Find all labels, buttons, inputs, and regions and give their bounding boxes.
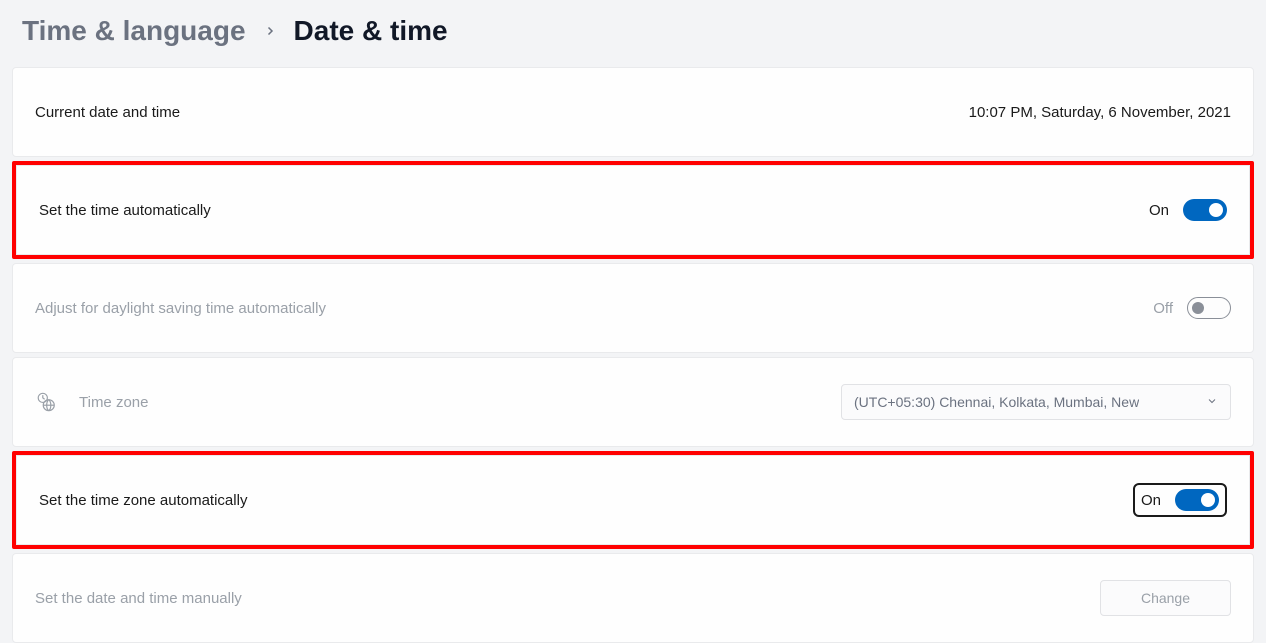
current-datetime-label: Current date and time [35, 104, 180, 121]
timezone-label: Time zone [79, 394, 148, 411]
chevron-right-icon [264, 20, 276, 43]
breadcrumb: Time & language Date & time [12, 0, 1254, 67]
breadcrumb-parent[interactable]: Time & language [22, 15, 246, 47]
dst-panel: Adjust for daylight saving time automati… [12, 263, 1254, 353]
manual-label: Set the date and time manually [35, 590, 242, 607]
globe-clock-icon [35, 391, 57, 413]
highlight-auto-tz: Set the time zone automatically On [12, 451, 1254, 549]
timezone-panel: Time zone (UTC+05:30) Chennai, Kolkata, … [12, 357, 1254, 447]
chevron-down-icon [1206, 394, 1218, 410]
auto-tz-panel: Set the time zone automatically On [16, 455, 1250, 545]
auto-tz-toggle[interactable] [1175, 489, 1219, 511]
dst-state-text: Off [1153, 300, 1173, 317]
timezone-selected-value: (UTC+05:30) Chennai, Kolkata, Mumbai, Ne… [854, 394, 1139, 410]
auto-time-state-text: On [1149, 202, 1169, 219]
current-datetime-panel: Current date and time 10:07 PM, Saturday… [12, 67, 1254, 157]
auto-tz-label: Set the time zone automatically [39, 492, 247, 509]
auto-time-panel: Set the time automatically On [16, 165, 1250, 255]
auto-time-toggle[interactable] [1183, 199, 1227, 221]
dst-label: Adjust for daylight saving time automati… [35, 300, 326, 317]
breadcrumb-current: Date & time [294, 15, 448, 47]
auto-tz-focus-ring: On [1133, 483, 1227, 517]
timezone-combobox: (UTC+05:30) Chennai, Kolkata, Mumbai, Ne… [841, 384, 1231, 420]
auto-time-label: Set the time automatically [39, 202, 211, 219]
auto-tz-state-text: On [1141, 492, 1161, 509]
manual-panel: Set the date and time manually Change [12, 553, 1254, 643]
highlight-auto-time: Set the time automatically On [12, 161, 1254, 259]
dst-toggle [1187, 297, 1231, 319]
current-datetime-value: 10:07 PM, Saturday, 6 November, 2021 [969, 104, 1231, 121]
